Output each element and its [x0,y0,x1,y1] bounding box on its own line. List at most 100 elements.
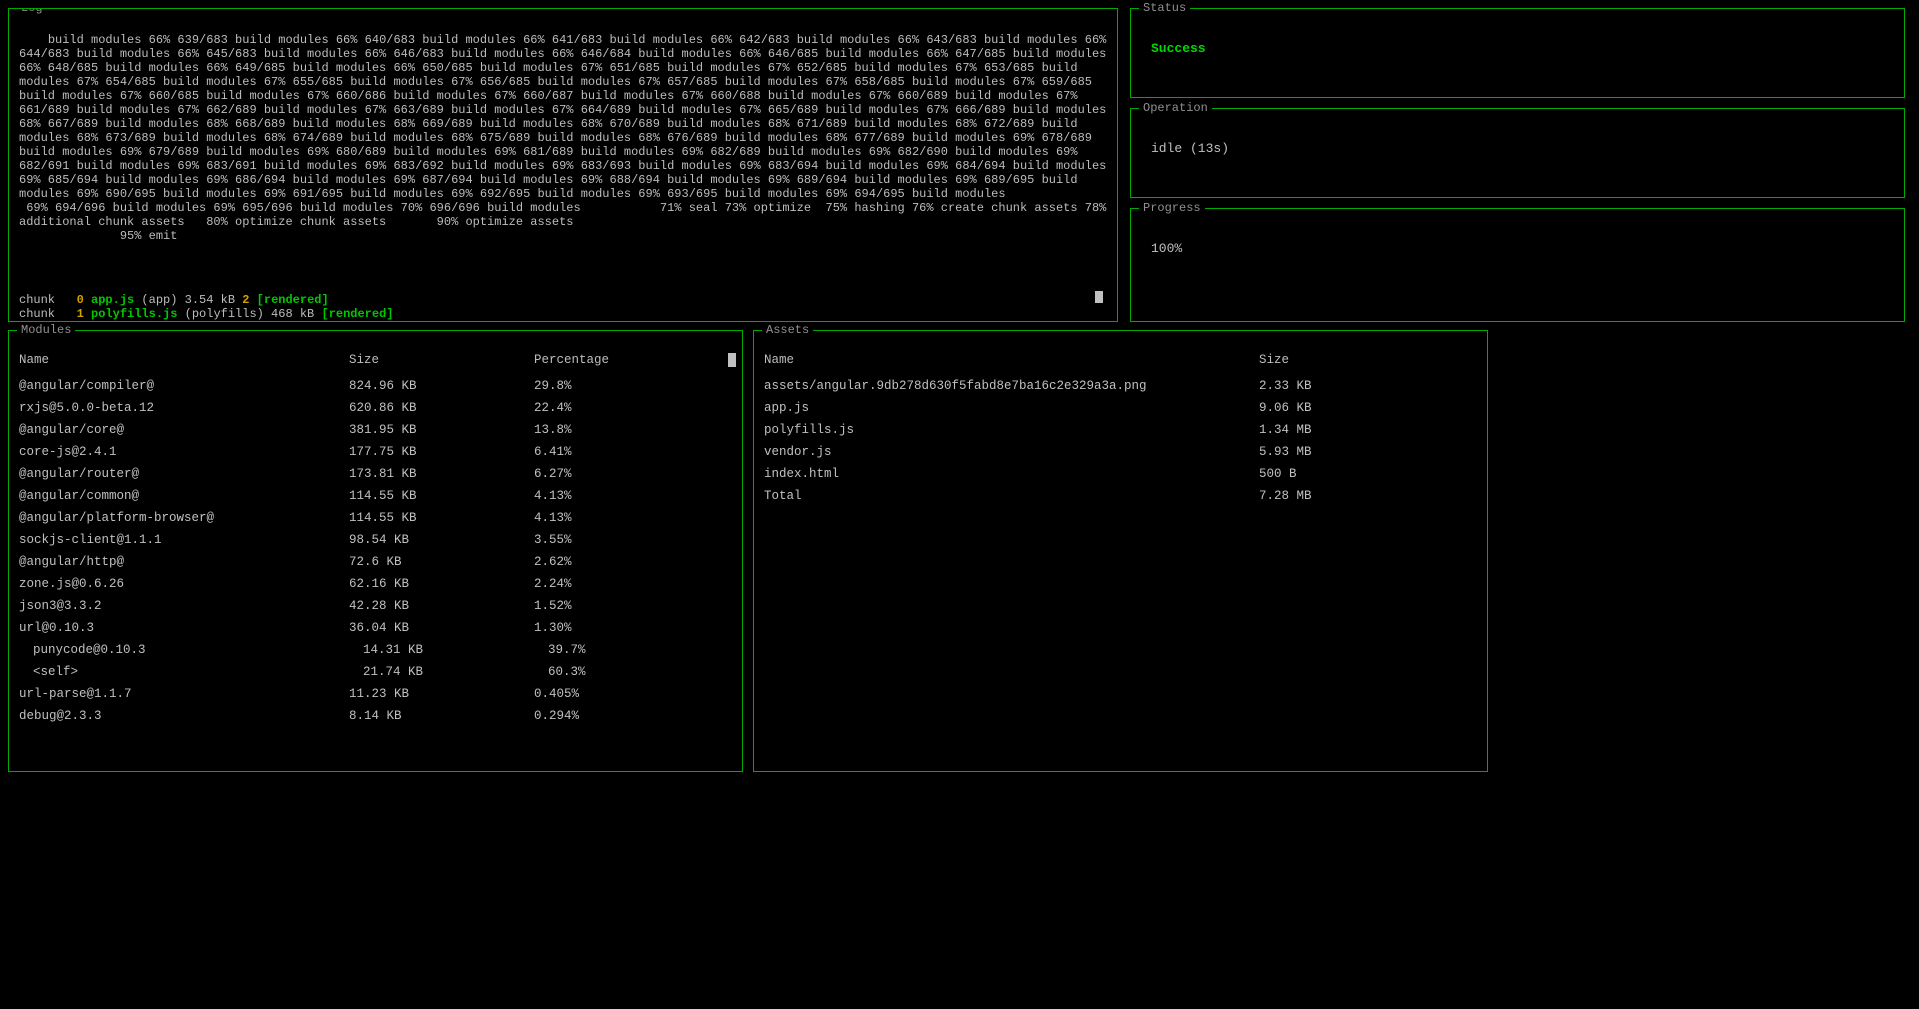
module-size: 620.86 KB [349,397,534,419]
asset-size: 1.34 MB [1259,419,1477,441]
progress-panel: Progress 100% [1130,208,1905,322]
assets-header-row: Name Size [764,349,1477,371]
table-row[interactable]: polyfills.js1.34 MB [764,419,1477,441]
modules-header-name: Name [19,349,349,371]
operation-panel: Operation idle (13s) [1130,108,1905,198]
module-size: 173.81 KB [349,463,534,485]
module-size: 14.31 KB [349,639,534,661]
asset-name: polyfills.js [764,419,1259,441]
module-name: url-parse@1.1.7 [19,683,349,705]
module-name: sockjs-client@1.1.1 [19,529,349,551]
module-name: zone.js@0.6.26 [19,573,349,595]
module-pct: 6.27% [534,463,732,485]
module-size: 11.23 KB [349,683,534,705]
log-build-text: build modules 66% 639/683 build modules … [19,33,1114,243]
module-pct: 2.24% [534,573,732,595]
table-row[interactable]: core-js@2.4.1177.75 KB6.41% [19,441,732,463]
module-pct: 3.55% [534,529,732,551]
module-size: 72.6 KB [349,551,534,573]
module-size: 42.28 KB [349,595,534,617]
table-row[interactable]: rxjs@5.0.0-beta.12620.86 KB22.4% [19,397,732,419]
log-content[interactable]: build modules 66% 639/683 build modules … [19,19,1107,322]
table-row[interactable]: debug@2.3.38.14 KB0.294% [19,705,732,727]
table-row[interactable]: vendor.js5.93 MB [764,441,1477,463]
table-row[interactable]: index.html500 B [764,463,1477,485]
log-title: Log [17,8,47,15]
module-name: json3@3.3.2 [19,595,349,617]
asset-name: app.js [764,397,1259,419]
table-row[interactable]: Total7.28 MB [764,485,1477,507]
table-row[interactable]: @angular/platform-browser@114.55 KB4.13% [19,507,732,529]
table-row[interactable]: @angular/core@381.95 KB13.8% [19,419,732,441]
module-pct: 0.405% [534,683,732,705]
module-pct: 29.8% [534,375,732,397]
module-size: 381.95 KB [349,419,534,441]
modules-table[interactable]: Name Size Percentage @angular/compiler@8… [19,349,732,727]
module-name: punycode@0.10.3 [19,639,349,661]
module-pct: 60.3% [534,661,732,683]
progress-value: 100% [1151,241,1894,256]
assets-header-size: Size [1259,349,1477,371]
module-size: 177.75 KB [349,441,534,463]
table-row[interactable]: <self>21.74 KB60.3% [19,661,732,683]
asset-size: 7.28 MB [1259,485,1477,507]
modules-scroll-thumb[interactable] [728,353,736,367]
modules-header-pct: Percentage [534,349,732,371]
module-name: debug@2.3.3 [19,705,349,727]
table-row[interactable]: assets/angular.9db278d630f5fabd8e7ba16c2… [764,375,1477,397]
module-pct: 4.13% [534,507,732,529]
status-value: Success [1151,41,1894,56]
log-panel: Log build modules 66% 639/683 build modu… [8,8,1118,322]
module-size: 8.14 KB [349,705,534,727]
table-row[interactable]: punycode@0.10.314.31 KB39.7% [19,639,732,661]
asset-size: 2.33 KB [1259,375,1477,397]
module-pct: 39.7% [534,639,732,661]
module-size: 114.55 KB [349,485,534,507]
module-pct: 2.62% [534,551,732,573]
table-row[interactable]: app.js9.06 KB [764,397,1477,419]
table-row[interactable]: url@0.10.336.04 KB1.30% [19,617,732,639]
module-name: @angular/core@ [19,419,349,441]
module-pct: 1.30% [534,617,732,639]
modules-header-row: Name Size Percentage [19,349,732,371]
asset-size: 9.06 KB [1259,397,1477,419]
assets-table[interactable]: Name Size assets/angular.9db278d630f5fab… [764,349,1477,507]
operation-value: idle (13s) [1151,141,1894,156]
assets-title: Assets [762,323,813,337]
modules-title: Modules [17,323,75,337]
module-size: 824.96 KB [349,375,534,397]
table-row[interactable]: json3@3.3.242.28 KB1.52% [19,595,732,617]
table-row[interactable]: sockjs-client@1.1.198.54 KB3.55% [19,529,732,551]
asset-name: vendor.js [764,441,1259,463]
asset-name: index.html [764,463,1259,485]
module-pct: 13.8% [534,419,732,441]
progress-title: Progress [1139,201,1205,215]
module-name: <self> [19,661,349,683]
table-row[interactable]: @angular/compiler@824.96 KB29.8% [19,375,732,397]
module-name: @angular/router@ [19,463,349,485]
table-row[interactable]: @angular/http@72.6 KB2.62% [19,551,732,573]
log-chunk-line: chunk 0 app.js (app) 3.54 kB 2 [rendered… [19,293,1107,307]
assets-panel: Assets Name Size assets/angular.9db278d6… [753,330,1488,772]
module-name: rxjs@5.0.0-beta.12 [19,397,349,419]
table-row[interactable]: url-parse@1.1.711.23 KB0.405% [19,683,732,705]
module-size: 98.54 KB [349,529,534,551]
log-cursor [1095,291,1103,303]
status-title: Status [1139,1,1190,15]
module-size: 114.55 KB [349,507,534,529]
module-size: 21.74 KB [349,661,534,683]
table-row[interactable]: @angular/common@114.55 KB4.13% [19,485,732,507]
module-size: 36.04 KB [349,617,534,639]
log-chunk-line: chunk 2 vendor.js (vendor) 2.37 MB 1 [re… [19,321,1107,322]
module-pct: 22.4% [534,397,732,419]
asset-size: 5.93 MB [1259,441,1477,463]
table-row[interactable]: zone.js@0.6.2662.16 KB2.24% [19,573,732,595]
module-name: core-js@2.4.1 [19,441,349,463]
module-name: url@0.10.3 [19,617,349,639]
status-panel: Status Success [1130,8,1905,98]
assets-header-name: Name [764,349,1259,371]
table-row[interactable]: @angular/router@173.81 KB6.27% [19,463,732,485]
asset-name: Total [764,485,1259,507]
module-name: @angular/common@ [19,485,349,507]
operation-title: Operation [1139,101,1212,115]
